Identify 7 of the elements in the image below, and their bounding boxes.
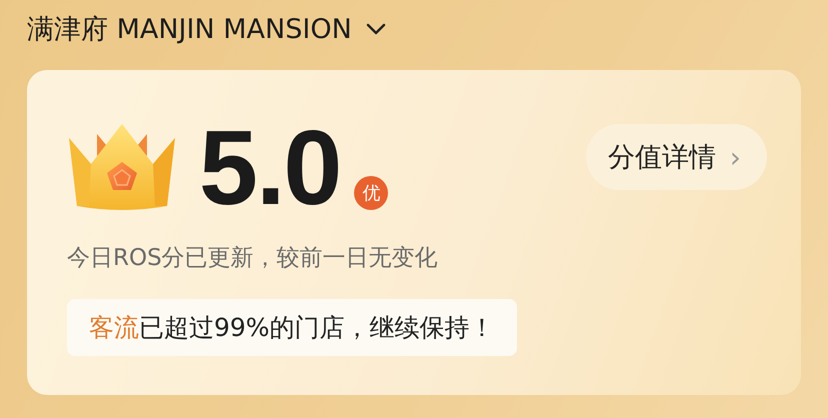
traffic-tip: 客流已超过99%的门店，继续保持！ <box>67 299 517 356</box>
update-note: 今日ROS分已更新，较前一日无变化 <box>67 244 439 273</box>
store-name[interactable]: 满津府 MANJIN MANSION <box>27 11 352 47</box>
chevron-down-icon[interactable] <box>366 23 386 35</box>
grade-badge: 优 <box>354 176 388 210</box>
score-details-button[interactable]: 分值详情 › <box>586 124 767 190</box>
score-value: 5.0 <box>199 118 340 218</box>
